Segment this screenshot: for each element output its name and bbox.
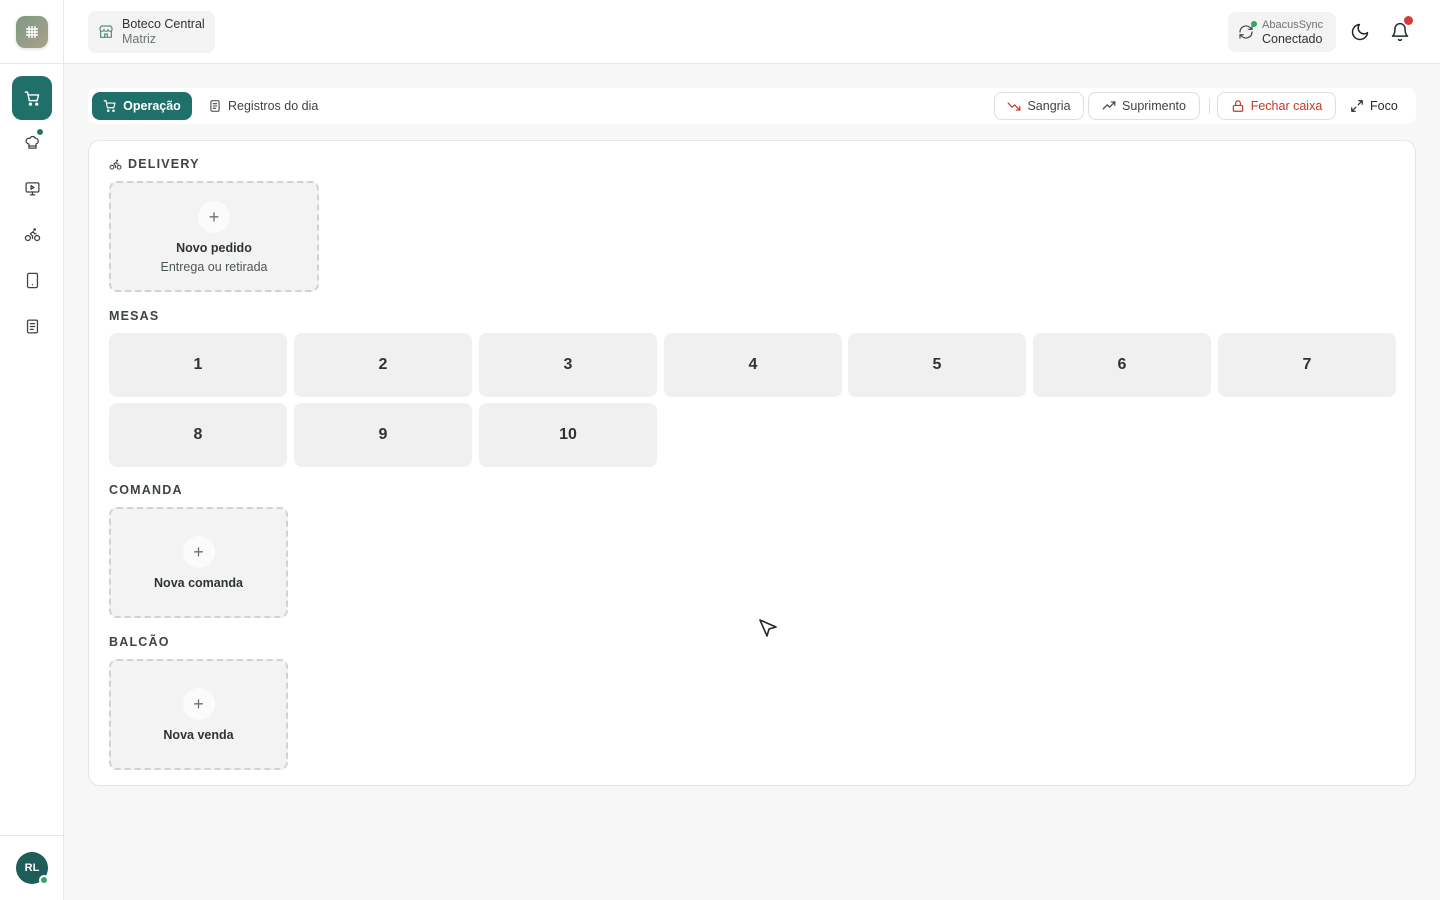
notifications-button[interactable] bbox=[1388, 16, 1413, 44]
section-comanda-text: COMANDA bbox=[109, 483, 183, 497]
sidebar: RL bbox=[0, 0, 64, 900]
plus-icon: + bbox=[198, 201, 230, 233]
mesa-number: 8 bbox=[193, 426, 203, 443]
mesa-number: 3 bbox=[563, 356, 573, 373]
mesa-card[interactable]: 3 bbox=[479, 333, 657, 397]
mesa-card[interactable]: 6 bbox=[1033, 333, 1211, 397]
chef-hat-icon bbox=[25, 135, 39, 149]
mesa-number: 2 bbox=[378, 356, 388, 373]
section-delivery-text: DELIVERY bbox=[128, 157, 200, 171]
expand-icon bbox=[1351, 100, 1363, 112]
novo-pedido-title: Novo pedido bbox=[176, 241, 252, 255]
sidebar-divider bbox=[0, 63, 64, 64]
operation-toolbar: Operação Registros do dia Sangria Suprim… bbox=[88, 88, 1416, 124]
nova-comanda-card[interactable]: + Nova comanda bbox=[109, 507, 288, 618]
monitor-play-icon bbox=[24, 181, 40, 196]
avatar-initials: RL bbox=[24, 862, 40, 874]
mesa-card[interactable]: 2 bbox=[294, 333, 472, 397]
sidebar-item-relatorios[interactable] bbox=[12, 306, 52, 346]
sangria-label: Sangria bbox=[1027, 99, 1071, 113]
novo-pedido-subtitle: Entrega ou retirada bbox=[160, 260, 268, 274]
plus-icon: + bbox=[182, 688, 215, 720]
trending-down-icon bbox=[1008, 102, 1021, 111]
sidebar-item-tablet[interactable] bbox=[12, 260, 52, 300]
sync-status: Conectado bbox=[1262, 32, 1323, 46]
sidebar-item-operacao[interactable] bbox=[12, 76, 52, 120]
cozinha-badge-dot bbox=[36, 128, 44, 136]
section-delivery-label: DELIVERY bbox=[109, 157, 200, 171]
moon-icon bbox=[1351, 23, 1369, 41]
section-balcao-label: BALCÃO bbox=[109, 635, 170, 649]
app-logo[interactable] bbox=[16, 16, 48, 48]
mesa-card[interactable]: 5 bbox=[848, 333, 1026, 397]
refresh-icon bbox=[1238, 21, 1257, 40]
mesa-number: 4 bbox=[748, 356, 758, 373]
sidebar-bottom-divider bbox=[0, 835, 64, 836]
section-mesas-text: MESAS bbox=[109, 309, 160, 323]
document-icon bbox=[26, 318, 38, 334]
grid-logo-icon bbox=[26, 26, 38, 38]
suprimento-label: Suprimento bbox=[1122, 99, 1186, 113]
sidebar-item-cozinha[interactable] bbox=[12, 122, 52, 162]
sync-title: AbacusSync bbox=[1262, 19, 1324, 31]
cart-icon bbox=[24, 90, 39, 106]
sync-status-button[interactable]: AbacusSync Conectado bbox=[1228, 12, 1336, 52]
bike-icon bbox=[24, 227, 40, 241]
mesa-number: 9 bbox=[378, 426, 388, 443]
tab-operacao-label: Operação bbox=[123, 99, 181, 113]
sync-online-dot bbox=[1251, 21, 1257, 27]
section-mesas-label: MESAS bbox=[109, 309, 159, 323]
nova-venda-card[interactable]: + Nova venda bbox=[109, 659, 288, 770]
sidebar-item-monitor[interactable] bbox=[12, 168, 52, 208]
mesa-number: 6 bbox=[1117, 356, 1127, 373]
mesa-card[interactable]: 8 bbox=[109, 403, 287, 467]
top-header: Boteco Central Matriz AbacusSync Conecta… bbox=[64, 0, 1440, 64]
lock-icon bbox=[1232, 100, 1243, 112]
bike-icon bbox=[109, 159, 122, 170]
mesa-number: 10 bbox=[559, 426, 577, 443]
mesa-card[interactable]: 7 bbox=[1218, 333, 1396, 397]
mouse-cursor-icon bbox=[759, 619, 777, 637]
mesa-card[interactable]: 10 bbox=[479, 403, 657, 467]
toolbar-separator bbox=[1209, 98, 1210, 114]
mesa-card[interactable]: 1 bbox=[109, 333, 287, 397]
fechar-caixa-label: Fechar caixa bbox=[1250, 99, 1323, 113]
tab-operacao[interactable]: Operação bbox=[92, 92, 192, 120]
fechar-caixa-button[interactable]: Fechar caixa bbox=[1217, 92, 1336, 120]
store-selector[interactable]: Boteco Central Matriz bbox=[88, 11, 215, 53]
cart-icon bbox=[103, 100, 116, 113]
mesa-number: 1 bbox=[193, 356, 203, 373]
novo-pedido-card[interactable]: + Novo pedido Entrega ou retirada bbox=[109, 181, 319, 292]
mesa-number: 7 bbox=[1302, 356, 1312, 373]
suprimento-button[interactable]: Suprimento bbox=[1088, 92, 1200, 120]
bell-icon bbox=[1391, 22, 1409, 42]
store-name: Boteco Central bbox=[122, 17, 205, 31]
section-comanda-label: COMANDA bbox=[109, 483, 183, 497]
mesa-number: 5 bbox=[932, 356, 942, 373]
tab-registros[interactable]: Registros do dia bbox=[208, 92, 318, 120]
foco-label: Foco bbox=[1370, 99, 1398, 113]
notification-badge-dot bbox=[1404, 16, 1413, 25]
mesa-card[interactable]: 9 bbox=[294, 403, 472, 467]
sangria-button[interactable]: Sangria bbox=[994, 92, 1084, 120]
tablet-icon bbox=[26, 272, 38, 288]
plus-icon: + bbox=[182, 536, 215, 568]
mesa-card[interactable]: 4 bbox=[664, 333, 842, 397]
section-balcao-text: BALCÃO bbox=[109, 635, 170, 649]
tab-registros-label: Registros do dia bbox=[228, 99, 319, 113]
clipboard-icon bbox=[210, 100, 220, 112]
sidebar-item-delivery[interactable] bbox=[12, 214, 52, 254]
nova-venda-title: Nova venda bbox=[163, 728, 234, 742]
nova-comanda-title: Nova comanda bbox=[154, 576, 243, 590]
operation-panel: DELIVERY + Novo pedido Entrega ou retira… bbox=[88, 140, 1416, 786]
trending-up-icon bbox=[1102, 101, 1116, 110]
foco-button[interactable]: Foco bbox=[1350, 92, 1398, 120]
theme-toggle-button[interactable] bbox=[1348, 20, 1372, 44]
user-avatar[interactable]: RL bbox=[16, 852, 49, 885]
store-icon bbox=[99, 25, 113, 38]
store-branch: Matriz bbox=[122, 32, 157, 46]
online-status-dot bbox=[39, 875, 49, 885]
